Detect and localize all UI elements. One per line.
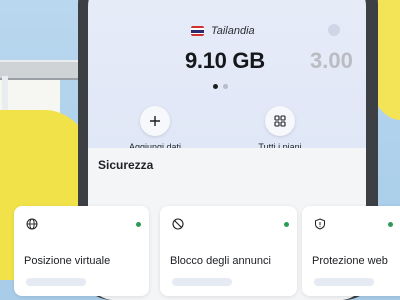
add-data-button[interactable]: Aggiungi dati [110, 106, 200, 152]
security-card-ad-block[interactable]: Blocco degli annunci [160, 206, 297, 296]
data-remaining: 9.10 GB [185, 48, 265, 73]
next-plan-data-amount[interactable]: 3.00 [310, 48, 353, 74]
globe-icon [26, 218, 38, 230]
card-title: Blocco degli annunci [170, 255, 271, 267]
shield-icon [315, 218, 325, 230]
plan-country[interactable]: Tailandia [191, 25, 255, 37]
grid-icon [265, 106, 295, 136]
security-title: Sicurezza [98, 158, 154, 172]
status-active-dot [136, 222, 141, 227]
next-plan-globe-icon [328, 24, 340, 36]
card-toggle-track[interactable] [26, 278, 86, 286]
card-toggle-track[interactable] [314, 278, 374, 286]
carousel-indicator [213, 84, 228, 89]
card-title: Posizione virtuale [24, 255, 111, 267]
carousel-dot[interactable] [223, 84, 228, 89]
security-card-web-protection[interactable]: Protezione web [302, 206, 400, 296]
card-toggle-track[interactable] [172, 278, 232, 286]
carousel-dot-active[interactable] [213, 84, 218, 89]
card-title: Protezione web [312, 255, 388, 267]
block-icon [172, 218, 184, 230]
plus-icon [140, 106, 170, 136]
country-name: Tailandia [211, 25, 255, 37]
status-active-dot [388, 222, 393, 227]
status-active-dot [284, 222, 289, 227]
thailand-flag-icon [191, 26, 204, 36]
all-plans-button[interactable]: Tutti i piani [235, 106, 325, 152]
security-card-virtual-location[interactable]: Posizione virtuale [14, 206, 149, 296]
